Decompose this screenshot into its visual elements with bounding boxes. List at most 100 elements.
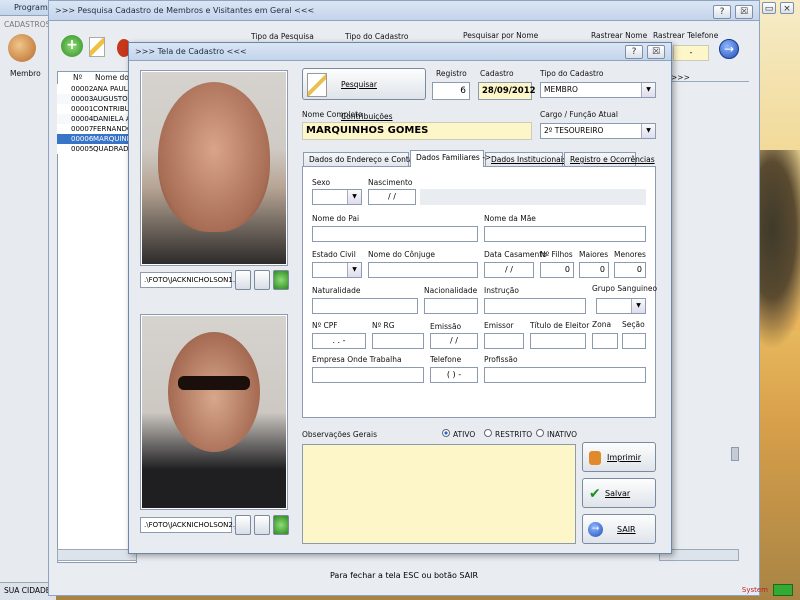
grid-hscrollbar-left[interactable] bbox=[57, 549, 137, 561]
grid-scrollbar-thumb[interactable] bbox=[731, 447, 739, 461]
instrucao-input[interactable] bbox=[484, 298, 586, 314]
photo1-search-icon[interactable] bbox=[254, 270, 270, 290]
registro-input[interactable]: 6 bbox=[432, 82, 470, 100]
table-row[interactable]: 00001 CONTRIBUI bbox=[57, 104, 129, 114]
radio-restrito[interactable] bbox=[484, 429, 492, 437]
tray-icon[interactable] bbox=[773, 584, 793, 596]
tab-dados-familiares[interactable]: Dados Familiares -> bbox=[410, 150, 491, 167]
grupo-sanguineo-select[interactable]: ▼ bbox=[596, 298, 646, 314]
maiores-input[interactable]: 0 bbox=[579, 262, 609, 278]
pen-icon bbox=[307, 73, 327, 97]
cpf-input[interactable]: . . - bbox=[312, 333, 366, 349]
cargo-select[interactable]: 2º TESOUREIRO ▼ bbox=[540, 123, 656, 139]
menores-input[interactable]: 0 bbox=[614, 262, 646, 278]
profissao-label: Profissão bbox=[484, 355, 518, 364]
secao-input[interactable] bbox=[622, 333, 646, 349]
photo1-path-input[interactable]: .\FOTO\JACKNICHOLSON1.JF bbox=[140, 272, 241, 288]
search-close-button[interactable]: ☒ bbox=[735, 5, 753, 19]
nacionalidade-input[interactable] bbox=[424, 298, 478, 314]
search-go-icon[interactable]: → bbox=[719, 39, 739, 59]
cadastro-date-input[interactable]: 28/09/2012 bbox=[478, 82, 536, 100]
registro-label: Registro bbox=[436, 69, 467, 78]
n-filhos-input[interactable]: 0 bbox=[540, 262, 574, 278]
chevron-down-icon: ▼ bbox=[347, 190, 361, 204]
secao-label: Seção bbox=[622, 320, 645, 329]
photo2-add-icon[interactable] bbox=[273, 515, 289, 535]
photo2-path-input[interactable]: .\FOTO\JACKNICHOLSON2.JF bbox=[140, 517, 241, 533]
desktop-close-button[interactable]: × bbox=[780, 2, 794, 14]
emissao-label: Emissão bbox=[430, 322, 462, 331]
nome-mae-input[interactable] bbox=[484, 226, 646, 242]
photo2-image[interactable] bbox=[142, 316, 286, 508]
data-casamento-input[interactable]: / / bbox=[484, 262, 534, 278]
salvar-cadastro-button[interactable]: ✔ Salvar Cadastro bbox=[582, 478, 656, 528]
tab-dados-institucionais[interactable]: Dados Institucionais -> bbox=[485, 152, 578, 167]
tipo-cadastro-select[interactable]: MEMBRO ▼ bbox=[540, 82, 656, 98]
edit-icon[interactable] bbox=[89, 37, 105, 57]
pesquisar-contribuicoes-button[interactable]: Pesquisar Contribuições bbox=[302, 68, 426, 121]
table-row[interactable]: 00007 FERNANDO bbox=[57, 124, 129, 134]
sexo-label: Sexo bbox=[312, 178, 331, 187]
emissao-input[interactable]: / / bbox=[430, 333, 478, 349]
dialog-title: >>> Tela de Cadastro <<< bbox=[135, 47, 247, 56]
emissor-input[interactable] bbox=[484, 333, 524, 349]
nome-conjuge-input[interactable] bbox=[368, 262, 478, 278]
grupo-sanguineo-label: Grupo Sanguineo bbox=[592, 284, 658, 293]
tab-familiares-label: Dados Familiares -> bbox=[416, 153, 492, 162]
photo2-search-icon[interactable] bbox=[254, 515, 270, 535]
table-row[interactable]: 00004DANIELA AF bbox=[57, 114, 129, 124]
photo1-image[interactable] bbox=[142, 72, 286, 264]
table-row[interactable]: 00002 ANA PAULA bbox=[57, 84, 129, 94]
tab-registro-ocorrencias[interactable]: Registro e Ocorrências bbox=[564, 152, 655, 167]
telefone-input[interactable]: ( ) - bbox=[430, 367, 478, 383]
rastrear-telefone-input[interactable]: - bbox=[673, 45, 709, 61]
estado-civil-select[interactable]: ▼ bbox=[312, 262, 362, 278]
dialog-help-button[interactable]: ? bbox=[625, 45, 643, 59]
rg-input[interactable] bbox=[372, 333, 424, 349]
grid-divider bbox=[659, 81, 749, 82]
add-icon[interactable]: + bbox=[61, 35, 83, 57]
photo1-camera-icon[interactable] bbox=[235, 270, 251, 290]
tab-endereco-contato[interactable]: Dados do Endereço e Contato -> bbox=[303, 152, 432, 167]
radio-inativo[interactable] bbox=[536, 429, 544, 437]
observacoes-textarea[interactable] bbox=[302, 444, 576, 544]
dialog-close-button[interactable]: ☒ bbox=[647, 45, 665, 59]
col-tipo-pesquisa: Tipo da Pesquisa bbox=[251, 32, 314, 41]
search-window-title: >>> Pesquisa Cadastro de Membros e Visit… bbox=[55, 6, 315, 15]
col-pesquisar-nome: Pesquisar por Nome bbox=[463, 31, 539, 40]
photo2-camera-icon[interactable] bbox=[235, 515, 251, 535]
table-row[interactable]: 00003 AUGUSTO bbox=[57, 94, 129, 104]
sexo-select[interactable]: ▼ bbox=[312, 189, 362, 205]
nome-pai-input[interactable] bbox=[312, 226, 478, 242]
dialog-titlebar: >>> Tela de Cadastro <<< bbox=[129, 43, 671, 61]
zona-input[interactable] bbox=[592, 333, 618, 349]
table-row[interactable]: 00005QUADRADO bbox=[57, 144, 129, 154]
radio-ativo-label: ATIVO bbox=[453, 430, 476, 439]
naturalidade-label: Naturalidade bbox=[312, 286, 361, 295]
search-help-button[interactable]: ? bbox=[713, 5, 731, 19]
membro-label[interactable]: Membro bbox=[10, 69, 41, 78]
imprimir-ficha-button[interactable]: Imprimir Ficha bbox=[582, 442, 656, 492]
table-row[interactable]: 00006 MARQUINH bbox=[57, 134, 129, 144]
naturalidade-input[interactable] bbox=[312, 298, 418, 314]
row-name: MARQUINH bbox=[93, 135, 129, 143]
titulo-eleitor-input[interactable] bbox=[530, 333, 586, 349]
radio-ativo[interactable] bbox=[442, 429, 450, 437]
empresa-input[interactable] bbox=[312, 367, 424, 383]
desktop-restore-button[interactable]: ▭ bbox=[762, 2, 776, 14]
nascimento-input[interactable]: / / bbox=[368, 189, 416, 205]
footer-hint: Para fechar a tela ESC ou botão SAIR bbox=[329, 571, 479, 580]
row-number: 00002 bbox=[71, 85, 94, 93]
sunglasses bbox=[178, 376, 250, 390]
members-icon[interactable] bbox=[8, 34, 36, 62]
sair-button[interactable]: → SAIR bbox=[582, 514, 656, 544]
menores-label: Menores bbox=[614, 250, 646, 259]
n-filhos-label: Nº Filhos bbox=[540, 250, 573, 259]
cadastros-menu[interactable]: CADASTROS bbox=[4, 20, 50, 29]
nome-mae-label: Nome da Mãe bbox=[484, 214, 536, 223]
photo1-add-icon[interactable] bbox=[273, 270, 289, 290]
nome-completo-input[interactable]: MARQUINHOS GOMES bbox=[302, 122, 532, 140]
col-rastrear-telefone: Rastrear Telefone bbox=[653, 31, 719, 40]
chevron-down-icon: ▼ bbox=[641, 83, 655, 97]
profissao-input[interactable] bbox=[484, 367, 646, 383]
